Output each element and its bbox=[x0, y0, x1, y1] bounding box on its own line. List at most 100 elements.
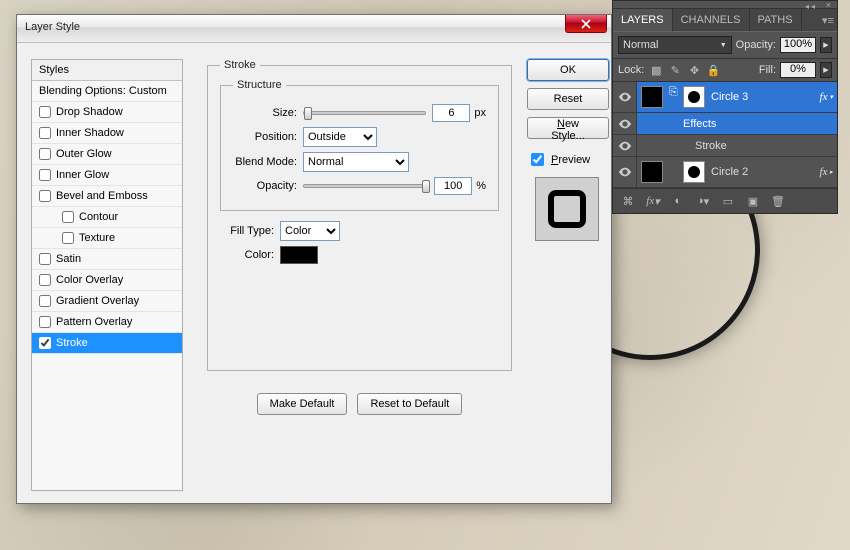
size-slider[interactable] bbox=[303, 111, 426, 115]
lock-all-icon[interactable]: 🔒 bbox=[705, 62, 721, 78]
layer-row-circle2[interactable]: Circle 2 fx▸ bbox=[613, 157, 837, 188]
opacity-slider[interactable] bbox=[303, 184, 428, 188]
inner-shadow-checkbox[interactable] bbox=[39, 127, 51, 139]
layers-panel: ◂◂× LAYERS CHANNELS PATHS ▾≡ Normal▼ Opa… bbox=[612, 0, 838, 214]
tab-channels[interactable]: CHANNELS bbox=[673, 9, 750, 31]
fx-badge[interactable]: fx bbox=[820, 166, 828, 178]
layer-row-circle3[interactable]: ⎘ Circle 3 fx▾ bbox=[613, 82, 837, 113]
panel-opacity-input[interactable]: 100% bbox=[780, 37, 816, 53]
satin-checkbox[interactable] bbox=[39, 253, 51, 265]
make-default-button[interactable]: Make Default bbox=[257, 393, 348, 415]
eye-icon bbox=[618, 117, 632, 131]
position-label: Position: bbox=[233, 131, 297, 143]
style-item-gradient-overlay[interactable]: Gradient Overlay bbox=[32, 291, 182, 312]
dialog-titlebar[interactable]: Layer Style bbox=[17, 15, 611, 43]
filltype-select[interactable]: Color bbox=[280, 221, 340, 241]
preview-label: Preview bbox=[551, 154, 590, 166]
contour-checkbox[interactable] bbox=[62, 211, 74, 223]
panel-menu-icon[interactable]: ▾≡ bbox=[819, 9, 837, 31]
opacity-label: Opacity: bbox=[233, 180, 297, 192]
opacity-unit: % bbox=[476, 180, 486, 192]
fx-badge[interactable]: fx bbox=[820, 91, 828, 103]
link-layers-icon[interactable]: ⌘ bbox=[620, 194, 636, 208]
effects-row[interactable]: Effects bbox=[613, 113, 837, 135]
preview-checkbox[interactable] bbox=[531, 153, 544, 166]
blend-mode-select[interactable]: Normal bbox=[303, 152, 409, 172]
fx-chevron-icon[interactable]: ▸ bbox=[829, 168, 833, 176]
gradient-overlay-checkbox[interactable] bbox=[39, 295, 51, 307]
style-item-inner-glow[interactable]: Inner Glow bbox=[32, 165, 182, 186]
styles-list: Styles Blending Options: Custom Drop Sha… bbox=[31, 59, 183, 491]
reset-button[interactable]: Reset bbox=[527, 88, 609, 110]
layer-thumb[interactable] bbox=[641, 161, 663, 183]
new-style-button[interactable]: NNew Style...ew Style... bbox=[527, 117, 609, 139]
visibility-toggle[interactable] bbox=[613, 113, 637, 135]
layer-thumb[interactable] bbox=[641, 86, 663, 108]
position-select[interactable]: Outside bbox=[303, 127, 377, 147]
layer-mask[interactable] bbox=[683, 161, 705, 183]
panel-tabs: LAYERS CHANNELS PATHS ▾≡ bbox=[613, 9, 837, 31]
add-style-icon[interactable]: fx▾ bbox=[645, 194, 661, 208]
layer-name[interactable]: Circle 2 bbox=[711, 166, 748, 178]
reset-default-button[interactable]: Reset to Default bbox=[357, 393, 462, 415]
texture-checkbox[interactable] bbox=[62, 232, 74, 244]
opacity-flyout-icon[interactable]: ▶ bbox=[820, 37, 832, 53]
opacity-slider-thumb[interactable] bbox=[422, 180, 430, 193]
opacity-input[interactable] bbox=[434, 177, 472, 195]
panel-grip[interactable]: ◂◂ × bbox=[613, 1, 837, 9]
layers-bottom-bar: ⌘ fx▾ ◐ ◑▾ ▭ ▣ 🗑 bbox=[613, 188, 837, 213]
bevel-checkbox[interactable] bbox=[39, 190, 51, 202]
filltype-label: Fill Type: bbox=[220, 225, 274, 237]
new-layer-icon[interactable]: ▣ bbox=[745, 194, 761, 208]
add-mask-icon[interactable]: ◐ bbox=[670, 194, 686, 208]
style-item-outer-glow[interactable]: Outer Glow bbox=[32, 144, 182, 165]
inner-glow-checkbox[interactable] bbox=[39, 169, 51, 181]
size-unit: px bbox=[474, 107, 486, 119]
effect-stroke-row[interactable]: Stroke bbox=[613, 135, 837, 157]
stroke-color-swatch[interactable] bbox=[280, 246, 318, 264]
style-item-inner-shadow[interactable]: Inner Shadow bbox=[32, 123, 182, 144]
style-item-color-overlay[interactable]: Color Overlay bbox=[32, 270, 182, 291]
stroke-checkbox[interactable] bbox=[39, 337, 51, 349]
link-icon[interactable] bbox=[669, 161, 677, 183]
styles-header[interactable]: Styles bbox=[32, 60, 182, 81]
lock-position-icon[interactable]: ✥ bbox=[686, 62, 702, 78]
adjustment-layer-icon[interactable]: ◑▾ bbox=[695, 194, 711, 208]
pattern-overlay-checkbox[interactable] bbox=[39, 316, 51, 328]
style-item-drop-shadow[interactable]: Drop Shadow bbox=[32, 102, 182, 123]
visibility-toggle[interactable] bbox=[613, 157, 637, 187]
new-group-icon[interactable]: ▭ bbox=[720, 194, 736, 208]
size-input[interactable] bbox=[432, 104, 470, 122]
layer-name[interactable]: Circle 3 bbox=[711, 91, 748, 103]
visibility-toggle[interactable] bbox=[613, 82, 637, 112]
ok-button[interactable]: OK bbox=[527, 59, 609, 81]
drop-shadow-checkbox[interactable] bbox=[39, 106, 51, 118]
outer-glow-checkbox[interactable] bbox=[39, 148, 51, 160]
fx-chevron-icon[interactable]: ▾ bbox=[829, 93, 833, 101]
blending-options-item[interactable]: Blending Options: Custom bbox=[32, 81, 182, 102]
link-icon[interactable]: ⎘ bbox=[669, 86, 677, 108]
style-item-stroke[interactable]: Stroke bbox=[32, 333, 182, 354]
lock-transparency-icon[interactable]: ▩ bbox=[648, 62, 664, 78]
style-item-satin[interactable]: Satin bbox=[32, 249, 182, 270]
window-close-button[interactable] bbox=[565, 15, 607, 33]
effects-label: Effects bbox=[637, 118, 716, 130]
delete-layer-icon[interactable]: 🗑 bbox=[770, 194, 786, 208]
layer-mask[interactable] bbox=[683, 86, 705, 108]
style-item-pattern-overlay[interactable]: Pattern Overlay bbox=[32, 312, 182, 333]
fill-input[interactable]: 0% bbox=[780, 62, 816, 78]
style-item-texture[interactable]: Texture bbox=[32, 228, 182, 249]
tab-layers[interactable]: LAYERS bbox=[613, 9, 673, 31]
dialog-title: Layer Style bbox=[25, 21, 80, 33]
style-item-bevel[interactable]: Bevel and Emboss bbox=[32, 186, 182, 207]
color-overlay-checkbox[interactable] bbox=[39, 274, 51, 286]
visibility-toggle[interactable] bbox=[613, 135, 637, 157]
size-slider-thumb[interactable] bbox=[304, 107, 312, 120]
panel-close-icon[interactable]: × bbox=[826, 0, 831, 10]
layer-blend-mode-select[interactable]: Normal▼ bbox=[618, 36, 732, 54]
collapse-icon[interactable]: ◂◂ bbox=[805, 2, 817, 11]
tab-paths[interactable]: PATHS bbox=[750, 9, 802, 31]
fill-flyout-icon[interactable]: ▶ bbox=[820, 62, 832, 78]
style-item-contour[interactable]: Contour bbox=[32, 207, 182, 228]
lock-pixels-icon[interactable]: ✎ bbox=[667, 62, 683, 78]
